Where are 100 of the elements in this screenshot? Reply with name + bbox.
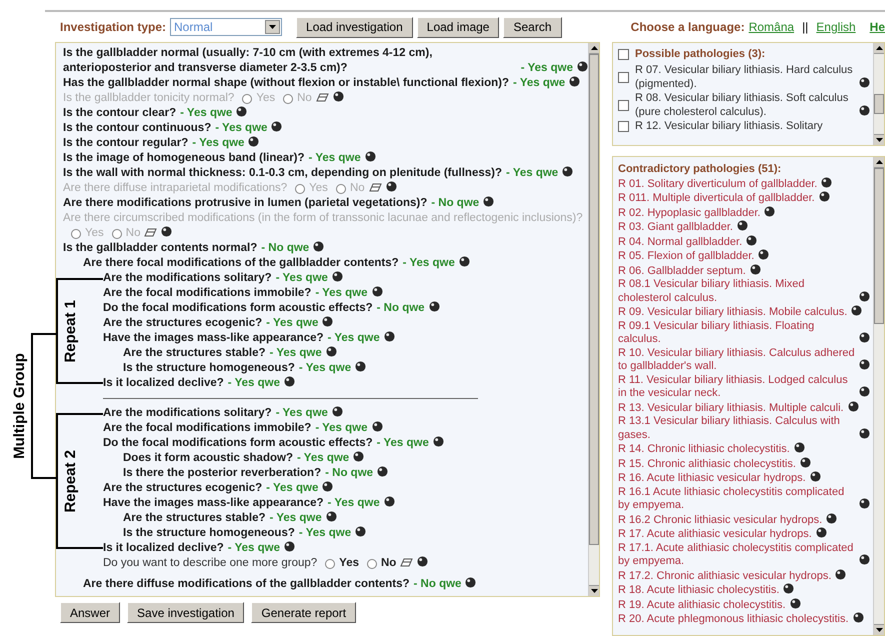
language-link[interactable]: Româna	[748, 18, 794, 36]
sphere-icon[interactable]	[161, 226, 172, 237]
sphere-icon[interactable]	[750, 264, 761, 274]
checkbox[interactable]	[618, 72, 629, 82]
sphere-icon[interactable]	[859, 332, 870, 343]
scroll-up-arrow-icon[interactable]	[590, 46, 598, 50]
sphere-icon[interactable]	[859, 498, 870, 509]
sphere-icon[interactable]	[353, 451, 364, 462]
eraser-icon[interactable]	[144, 228, 158, 238]
sphere-icon[interactable]	[326, 511, 337, 522]
radio-button[interactable]	[366, 558, 377, 568]
sphere-icon[interactable]	[364, 151, 376, 162]
scrollbar[interactable]	[873, 43, 884, 145]
sphere-icon[interactable]	[355, 361, 366, 372]
sphere-icon[interactable]	[821, 176, 832, 188]
sphere-icon[interactable]	[322, 316, 334, 327]
eraser-icon[interactable]	[316, 93, 329, 102]
sphere-icon[interactable]	[794, 442, 805, 453]
sphere-icon[interactable]	[810, 471, 821, 482]
action-button[interactable]: Load image	[416, 16, 500, 38]
radio-button[interactable]	[71, 228, 81, 238]
sphere-icon[interactable]	[417, 556, 428, 567]
sphere-icon[interactable]	[386, 181, 397, 192]
action-button[interactable]: Answer	[60, 602, 120, 623]
scrollbar-thumb[interactable]	[874, 94, 884, 114]
action-button[interactable]: Save investigation	[127, 602, 244, 623]
radio-button[interactable]	[336, 184, 346, 194]
sphere-icon[interactable]	[758, 249, 770, 260]
sphere-icon[interactable]	[377, 466, 388, 477]
radio-button[interactable]	[242, 94, 252, 104]
sphere-icon[interactable]	[332, 271, 343, 282]
scrollbar-thumb[interactable]	[874, 168, 884, 324]
radio-button[interactable]	[283, 94, 294, 104]
sphere-icon[interactable]	[859, 290, 870, 302]
sphere-icon[interactable]	[562, 166, 574, 177]
help-link[interactable]: He	[870, 18, 885, 36]
sphere-icon[interactable]	[764, 206, 776, 216]
sphere-icon[interactable]	[835, 568, 846, 580]
sphere-icon[interactable]	[332, 406, 343, 417]
sphere-icon[interactable]	[465, 577, 476, 588]
sphere-icon[interactable]	[736, 220, 748, 231]
scroll-up-arrow-icon[interactable]	[876, 46, 882, 50]
radio-button[interactable]	[295, 184, 306, 194]
scroll-down-arrow-icon[interactable]	[876, 138, 882, 142]
sphere-icon[interactable]	[859, 105, 870, 116]
language-link[interactable]: English	[816, 18, 856, 36]
sphere-icon[interactable]	[248, 136, 260, 147]
action-button[interactable]: Load investigation	[296, 16, 413, 38]
checkbox[interactable]	[618, 100, 629, 110]
type-select[interactable]: Normal	[170, 18, 282, 36]
sphere-icon[interactable]	[236, 106, 248, 117]
sphere-icon[interactable]	[569, 76, 580, 87]
sphere-icon[interactable]	[852, 612, 864, 623]
eraser-icon[interactable]	[400, 558, 414, 568]
sphere-icon[interactable]	[384, 496, 395, 507]
sphere-icon[interactable]	[483, 196, 494, 207]
sphere-icon[interactable]	[790, 598, 801, 608]
sphere-icon[interactable]	[577, 61, 588, 72]
sphere-icon[interactable]	[859, 386, 870, 397]
radio-button[interactable]	[325, 558, 336, 568]
eraser-icon[interactable]	[368, 183, 382, 192]
sphere-icon[interactable]	[428, 301, 440, 312]
sphere-icon[interactable]	[372, 286, 383, 297]
sphere-icon[interactable]	[384, 331, 395, 342]
sphere-icon[interactable]	[746, 234, 758, 246]
sphere-icon[interactable]	[332, 91, 344, 102]
sphere-icon[interactable]	[322, 481, 334, 492]
sphere-icon[interactable]	[859, 554, 870, 565]
pathology-text: R 13. Vesicular biliary lithiasis. Multiple calculi.	[618, 402, 844, 415]
action-button[interactable]: Generate report	[251, 602, 356, 623]
sphere-icon[interactable]	[458, 256, 470, 267]
sphere-icon[interactable]	[326, 346, 337, 357]
sphere-icon[interactable]	[816, 527, 827, 538]
scroll-up-arrow-icon[interactable]	[876, 160, 882, 164]
sphere-icon[interactable]	[800, 456, 811, 468]
sphere-icon[interactable]	[432, 436, 444, 447]
sphere-icon[interactable]	[271, 121, 282, 132]
scrollbar-thumb[interactable]	[589, 54, 599, 545]
sphere-icon[interactable]	[783, 583, 794, 594]
sphere-icon[interactable]	[313, 241, 324, 252]
sphere-icon[interactable]	[284, 541, 296, 552]
sphere-icon[interactable]	[859, 359, 870, 370]
sphere-icon[interactable]	[372, 421, 383, 432]
sphere-icon[interactable]	[859, 428, 870, 438]
scroll-down-arrow-icon[interactable]	[876, 628, 882, 632]
checkbox[interactable]	[618, 120, 629, 132]
sphere-icon[interactable]	[284, 376, 296, 387]
checkbox[interactable]	[618, 48, 629, 60]
scrollbar[interactable]	[873, 157, 884, 635]
sphere-icon[interactable]	[355, 526, 366, 537]
sphere-icon[interactable]	[859, 77, 870, 88]
option-label: No	[297, 91, 312, 106]
sphere-icon[interactable]	[851, 305, 862, 316]
sphere-icon[interactable]	[818, 191, 830, 202]
radio-button[interactable]	[112, 228, 122, 238]
scroll-down-arrow-icon[interactable]	[590, 589, 598, 593]
sphere-icon[interactable]	[826, 512, 838, 524]
scrollbar[interactable]	[588, 43, 599, 596]
sphere-icon[interactable]	[848, 400, 859, 412]
action-button[interactable]: Search	[503, 16, 562, 38]
